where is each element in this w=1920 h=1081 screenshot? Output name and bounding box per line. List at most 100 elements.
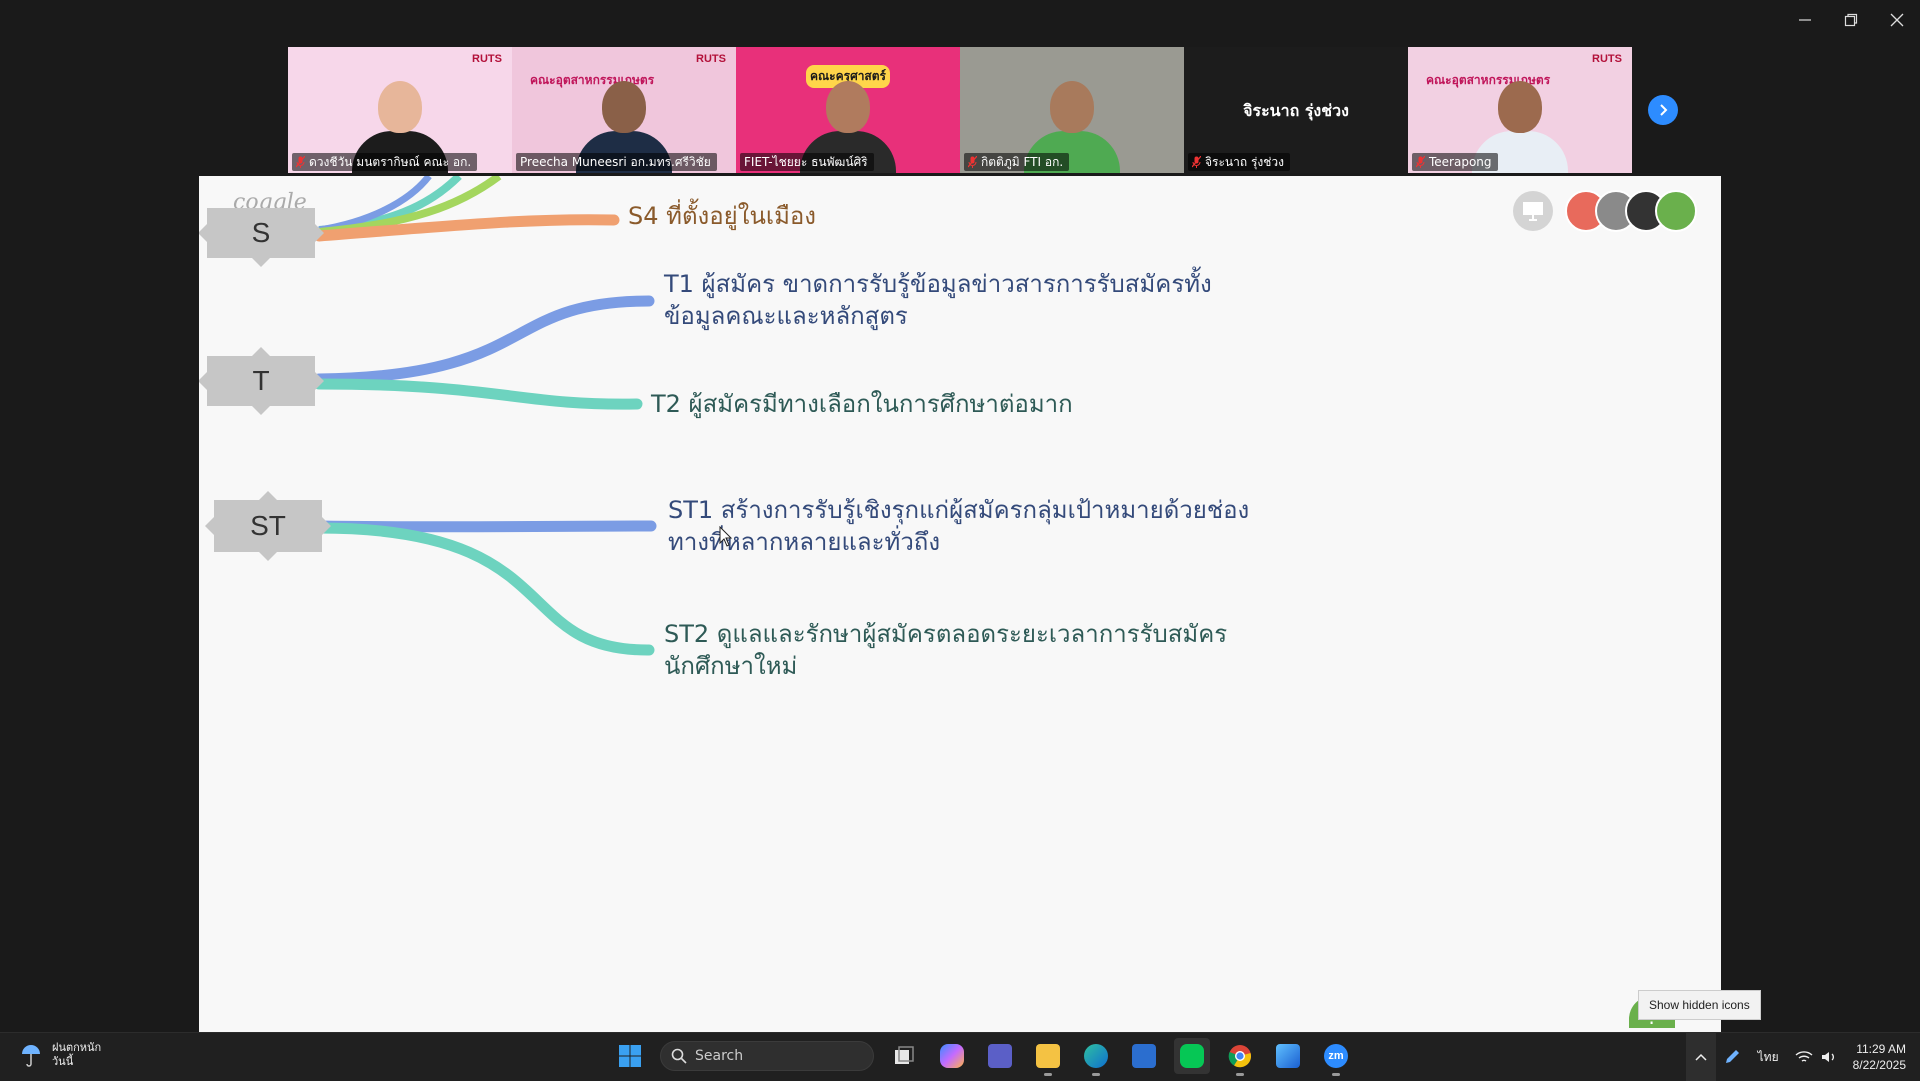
avatar xyxy=(1655,190,1697,232)
participant-name: Preecha Muneesri อก.มทร.ศรีวิชัย xyxy=(520,155,711,169)
photos-icon xyxy=(1276,1044,1300,1068)
teams-icon xyxy=(988,1044,1012,1068)
store-app[interactable] xyxy=(1126,1038,1162,1074)
window-controls xyxy=(1782,0,1920,40)
presentation-icon xyxy=(1523,202,1543,221)
participant-tile[interactable]: กิตติภูมิ FTI อก. xyxy=(960,47,1184,173)
leaf-s4[interactable]: S4 ที่ตั้งอยู่ในเมือง xyxy=(628,200,816,232)
pen-icon xyxy=(1725,1050,1739,1063)
folder-icon xyxy=(1036,1044,1060,1068)
node-t-label: T xyxy=(252,365,270,396)
weather-condition: ฝนตกหนัก xyxy=(52,1041,102,1054)
windows-taskbar: ฝนตกหนัก วันนี้ Search zm ไทย 11:29 AM 8… xyxy=(0,1032,1920,1081)
clock-time: 11:29 AM xyxy=(1856,1042,1906,1056)
node-s-label: S xyxy=(251,217,271,248)
mic-muted-icon xyxy=(1416,156,1425,168)
participant-brand-logo: RUTS xyxy=(1592,53,1622,65)
node-st-label: ST xyxy=(250,510,286,541)
restore-icon xyxy=(1844,13,1858,27)
participant-name: FIET-ไชยยะ ธนพัฒน์ศิริ xyxy=(744,155,868,169)
branch-t1 xyxy=(313,295,655,385)
shared-screen-mindmap: coggle S T ST S4 ที่ตั้งอยู่ในเมือง T1 ผ… xyxy=(199,176,1721,1032)
task-view-icon xyxy=(895,1046,914,1064)
weather-widget[interactable]: ฝนตกหนัก วันนี้ xyxy=(18,1041,101,1069)
zoom-app[interactable]: zm xyxy=(1318,1038,1354,1076)
participant-tile[interactable]: จิระนาถ รุ่งช่วง จิระนาถ รุ่งช่วง xyxy=(1184,47,1408,173)
clock-date: 8/22/2025 xyxy=(1852,1058,1906,1072)
branch-t2 xyxy=(313,378,643,410)
zoom-icon: zm xyxy=(1324,1044,1348,1068)
network-volume-button[interactable] xyxy=(1787,1033,1845,1081)
taskbar-search[interactable]: Search xyxy=(660,1041,874,1071)
mic-muted-icon xyxy=(968,156,977,168)
mouse-cursor-icon xyxy=(719,526,733,547)
chrome-icon xyxy=(1228,1045,1252,1068)
leaf-t1[interactable]: T1 ผู้สมัคร ขาดการรับรู้ข้อมูลข่าวสารการ… xyxy=(664,268,1224,332)
present-button[interactable] xyxy=(1513,191,1553,231)
close-button[interactable] xyxy=(1874,0,1920,40)
leaf-t2[interactable]: T2 ผู้สมัครมีทางเลือกในการศึกษาต่อมาก xyxy=(651,388,1073,420)
node-st[interactable]: ST xyxy=(205,491,331,561)
windows-logo-icon xyxy=(619,1045,641,1067)
system-clock[interactable]: 11:29 AM 8/22/2025 xyxy=(1845,1041,1920,1073)
weather-day: วันนี้ xyxy=(52,1055,74,1068)
taskbar-apps: Search zm xyxy=(612,1038,1354,1076)
chrome-app[interactable] xyxy=(1222,1038,1258,1076)
participant-display-name: จิระนาถ รุ่งช่วง xyxy=(1243,101,1349,120)
participant-name-tag: กิตติภูมิ FTI อก. xyxy=(964,153,1070,171)
leaf-st1[interactable]: ST1 สร้างการรับรู้เชิงรุกแก่ผู้สมัครกลุ่… xyxy=(668,494,1258,558)
slide-toolbar xyxy=(1513,190,1697,232)
close-icon xyxy=(1890,13,1904,27)
task-view-button[interactable] xyxy=(886,1038,922,1074)
node-s[interactable]: S xyxy=(199,208,324,267)
participant-name-tag: ดวงชีวัน มนตรากิษณ์ คณะ อก. xyxy=(292,153,478,171)
teams-app[interactable] xyxy=(982,1038,1018,1074)
participant-name: กิตติภูมิ FTI อก. xyxy=(981,155,1064,169)
minimize-icon xyxy=(1799,19,1811,21)
speaker-icon xyxy=(1821,1052,1834,1062)
participant-tile[interactable]: คณะครุศาสตร์ FIET-ไชยยะ ธนพัฒน์ศิริ xyxy=(736,47,960,173)
restore-button[interactable] xyxy=(1828,0,1874,40)
next-page-button[interactable] xyxy=(1648,95,1678,125)
input-language[interactable]: ไทย xyxy=(1750,1033,1787,1081)
rain-icon xyxy=(18,1042,44,1068)
show-hidden-icons-button[interactable] xyxy=(1685,1033,1716,1081)
participant-tile[interactable]: RUTS คณะอุตสาหกรรมเกษตร Teerapong xyxy=(1408,47,1632,173)
participant-brand-logo: RUTS xyxy=(472,53,502,65)
line-icon xyxy=(1180,1044,1204,1068)
mic-muted-icon xyxy=(296,156,305,168)
search-icon xyxy=(671,1048,687,1064)
collaborator-avatars[interactable] xyxy=(1565,190,1697,232)
participant-name: Teerapong xyxy=(1429,155,1492,169)
copilot-app[interactable] xyxy=(934,1038,970,1074)
wifi-icon xyxy=(1795,1051,1813,1062)
start-button[interactable] xyxy=(612,1038,648,1074)
copilot-icon xyxy=(940,1044,964,1068)
leaf-st2[interactable]: ST2 ดูแลและรักษาผู้สมัครตลอดระยะเวลาการร… xyxy=(664,618,1244,682)
participant-name: จิระนาถ รุ่งช่วง xyxy=(1205,155,1284,169)
participant-name-tag: จิระนาถ รุ่งช่วง xyxy=(1188,153,1290,171)
line-app[interactable] xyxy=(1174,1038,1210,1074)
store-icon xyxy=(1132,1044,1156,1068)
file-explorer-app[interactable] xyxy=(1030,1038,1066,1076)
participant-name-tag: FIET-ไชยยะ ธนพัฒน์ศิริ xyxy=(740,153,874,171)
system-tray: ไทย 11:29 AM 8/22/2025 xyxy=(1685,1033,1920,1081)
participant-name-tag: Teerapong xyxy=(1412,153,1498,171)
participant-video-strip: RUTS ดวงชีวัน มนตรากิษณ์ คณะ อก. RUTS คณะอุ… xyxy=(288,47,1632,173)
chevron-up-icon xyxy=(1695,1053,1707,1061)
participant-name-tag: Preecha Muneesri อก.มทร.ศรีวิชัย xyxy=(516,153,717,171)
tooltip-show-hidden-icons: Show hidden icons xyxy=(1638,990,1761,1020)
mic-muted-icon xyxy=(1192,156,1201,168)
participant-tile[interactable]: RUTS คณะอุตสาหกรรมเกษตร Preecha Muneesri อ… xyxy=(512,47,736,173)
node-t[interactable]: T xyxy=(199,347,324,415)
edge-app[interactable] xyxy=(1078,1038,1114,1076)
participant-tile[interactable]: RUTS ดวงชีวัน มนตรากิษณ์ คณะ อก. xyxy=(288,47,512,173)
minimize-button[interactable] xyxy=(1782,0,1828,40)
edge-icon xyxy=(1084,1044,1108,1068)
photos-app[interactable] xyxy=(1270,1038,1306,1074)
branch-st2 xyxy=(313,522,655,656)
search-placeholder: Search xyxy=(695,1048,744,1064)
participant-brand-logo: RUTS xyxy=(696,53,726,65)
tray-pen-button[interactable] xyxy=(1716,1033,1750,1081)
chevron-right-icon xyxy=(1660,104,1668,116)
